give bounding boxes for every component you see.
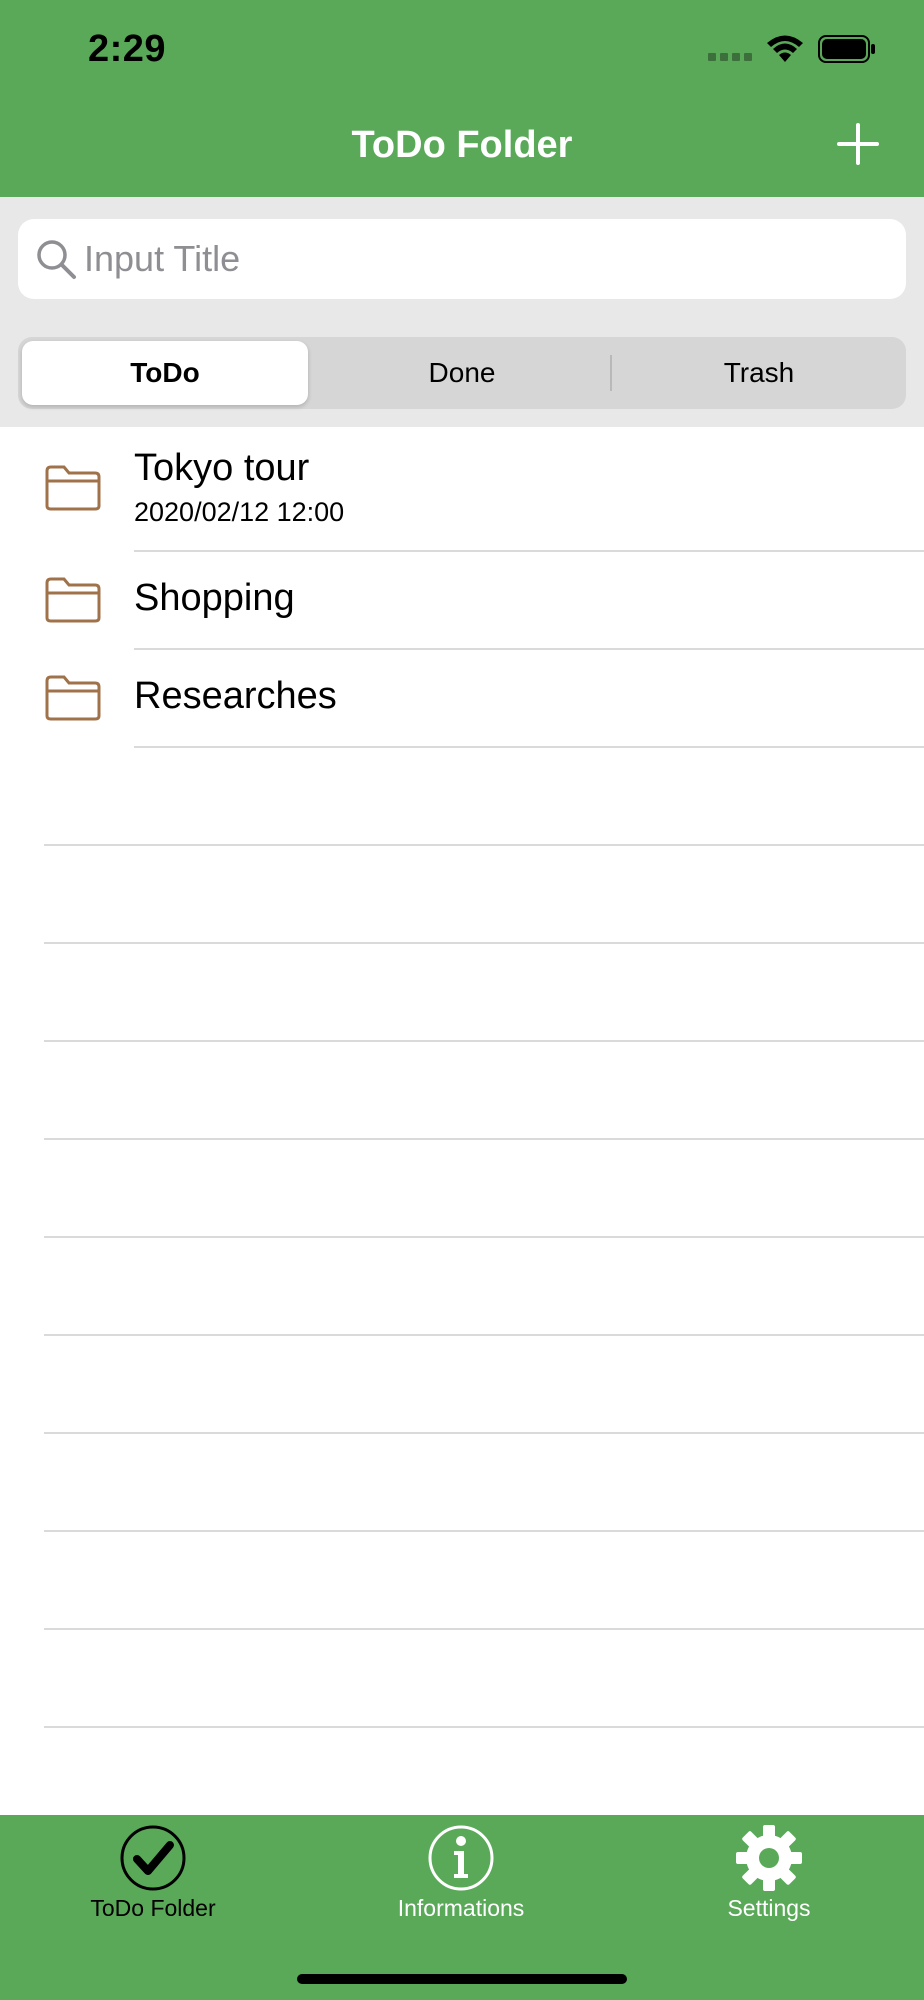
- tab-label: Settings: [727, 1895, 811, 1921]
- segment-done[interactable]: Done: [319, 341, 605, 405]
- checkmark-circle-icon: [120, 1825, 186, 1891]
- empty-row-separator: [44, 1628, 924, 1630]
- tab-settings[interactable]: Settings: [669, 1815, 869, 1935]
- empty-row-separator: [44, 1334, 924, 1336]
- segment-todo[interactable]: ToDo: [22, 341, 308, 405]
- folder-date: 2020/02/12 12:00: [134, 497, 345, 527]
- tab-label: ToDo Folder: [90, 1895, 216, 1921]
- folder-title: Shopping: [134, 577, 295, 619]
- folder-title: Researches: [134, 675, 337, 717]
- empty-row-separator: [44, 942, 924, 944]
- empty-row-separator: [44, 1432, 924, 1434]
- empty-row-separator: [44, 1236, 924, 1238]
- search-icon: [37, 240, 76, 279]
- plus-icon: [837, 123, 879, 165]
- add-folder-button[interactable]: [836, 122, 880, 166]
- empty-row-separator: [44, 844, 924, 846]
- empty-row-separator: [44, 1726, 924, 1728]
- list-item[interactable]: Tokyo tour 2020/02/12 12:00: [0, 427, 924, 551]
- info-circle-icon: [428, 1825, 494, 1891]
- search-area: ToDo Done Trash: [0, 197, 924, 427]
- segment-divider: [610, 355, 612, 391]
- empty-row-separator: [44, 1530, 924, 1532]
- list-item[interactable]: Researches: [0, 650, 924, 747]
- folder-title: Tokyo tour: [134, 447, 310, 489]
- search-bar[interactable]: [18, 219, 906, 299]
- navigation-header: 2:29 ToDo Folder: [0, 0, 924, 197]
- status-time: 2:29: [88, 28, 167, 70]
- page-title: ToDo Folder: [351, 124, 573, 166]
- tab-informations[interactable]: Informations: [361, 1815, 561, 1935]
- gear-icon: [736, 1825, 802, 1891]
- empty-row-separator: [44, 1138, 924, 1140]
- segment-trash[interactable]: Trash: [616, 341, 902, 405]
- folder-icon: [45, 577, 101, 623]
- tab-todo-folder[interactable]: ToDo Folder: [53, 1815, 253, 1935]
- cellular-signal-icon: [708, 37, 752, 61]
- home-indicator: [297, 1974, 627, 1984]
- search-input[interactable]: [84, 219, 884, 299]
- tab-label: Informations: [397, 1895, 525, 1921]
- folder-icon: [45, 675, 101, 721]
- empty-row-separator: [44, 1040, 924, 1042]
- segmented-control: ToDo Done Trash: [18, 337, 906, 409]
- folder-icon: [45, 465, 101, 511]
- list-item[interactable]: Shopping: [0, 552, 924, 649]
- status-indicators: [708, 34, 876, 64]
- tab-bar: ToDo Folder Informations Settings: [0, 1815, 924, 2000]
- row-separator: [134, 746, 924, 748]
- battery-icon: [818, 35, 875, 63]
- wifi-icon: [767, 35, 803, 62]
